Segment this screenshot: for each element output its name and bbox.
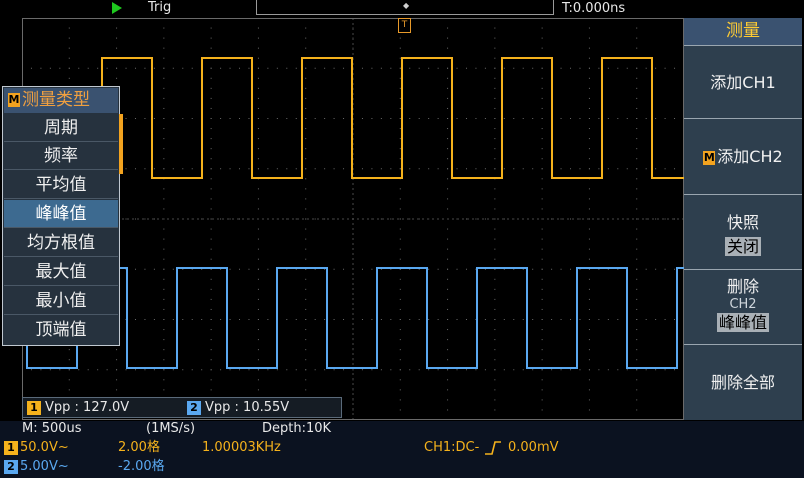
- rising-edge-icon: [485, 441, 501, 455]
- add-ch1-button[interactable]: 添加CH1: [684, 45, 802, 118]
- menu-item-max[interactable]: 最大值: [4, 258, 118, 286]
- menu-item-top[interactable]: 顶端值: [4, 316, 118, 344]
- trigger-position-marker: T: [398, 18, 411, 33]
- delete-value: 峰峰值: [716, 313, 769, 332]
- delete-label: 删除: [726, 277, 759, 296]
- menu-item-mean[interactable]: 平均值: [4, 171, 118, 199]
- delete-measurement-button[interactable]: 删除 CH2 峰峰值: [684, 269, 802, 344]
- position-pointer-icon: ◆: [403, 1, 410, 10]
- trigger-source-readout: CH1:DC-: [424, 440, 480, 455]
- delete-channel: CH2: [729, 297, 757, 312]
- measure-type-title: M 测量类型: [4, 88, 118, 113]
- ch1-scale[interactable]: 50.0V~: [20, 440, 69, 456]
- delete-all-button[interactable]: 删除全部: [684, 344, 802, 420]
- side-menu-title: 测量: [684, 18, 802, 45]
- add-ch2-label: 添加CH2: [717, 147, 783, 166]
- measure-badge-icon: M: [8, 93, 20, 107]
- menu-item-min[interactable]: 最小值: [4, 287, 118, 315]
- timebase-readout: M: 500us: [22, 421, 82, 436]
- ch2-scale[interactable]: 5.00V~: [20, 459, 69, 475]
- menu-item-period[interactable]: 周期: [4, 114, 118, 142]
- measurement-readout: 1 Vpp : 127.0V 2 Vpp : 10.55V: [22, 397, 342, 418]
- memory-depth-readout: Depth:10K: [262, 421, 332, 436]
- ch2-badge[interactable]: 2: [4, 460, 18, 474]
- time-offset-readout: T:0.000ns: [562, 1, 626, 16]
- ch2-vpp-readout: Vpp : 10.55V: [205, 400, 290, 415]
- snapshot-value: 关闭: [724, 237, 761, 256]
- sample-rate-readout: (1MS/s): [146, 421, 196, 436]
- ch1-badge[interactable]: 1: [4, 441, 18, 455]
- menu-scrollbar[interactable]: [119, 114, 123, 174]
- ch1-position: 2.00格: [118, 440, 160, 455]
- snapshot-button[interactable]: 快照 关闭: [684, 194, 802, 269]
- frequency-readout: 1.00003KHz: [202, 440, 281, 455]
- ch1-vpp-readout: Vpp : 127.0V: [45, 400, 130, 415]
- bottom-status-bar: M: 500us (1MS/s) Depth:10K 1 50.0V~ 2.00…: [0, 421, 804, 478]
- run-state-icon: [112, 2, 122, 14]
- trigger-status-label: Trig: [148, 0, 172, 15]
- menu-item-peak-to-peak[interactable]: 峰峰值: [4, 200, 118, 228]
- add-ch1-label: 添加CH1: [710, 73, 776, 92]
- menu-item-rms[interactable]: 均方根值: [4, 229, 118, 257]
- waveform-display[interactable]: [22, 18, 684, 420]
- ch2-position: -2.00格: [118, 459, 165, 474]
- menu-item-frequency[interactable]: 频率: [4, 142, 118, 170]
- ch2-badge: 2: [187, 401, 201, 415]
- measure-badge-icon: M: [703, 150, 716, 165]
- measure-type-title-text: 测量类型: [22, 90, 90, 110]
- ch1-badge: 1: [27, 401, 41, 415]
- trigger-level-readout: 0.00mV: [508, 440, 559, 455]
- delete-all-label: 删除全部: [710, 373, 775, 392]
- add-ch2-button[interactable]: M 添加CH2: [684, 118, 802, 194]
- snapshot-label: 快照: [726, 213, 759, 232]
